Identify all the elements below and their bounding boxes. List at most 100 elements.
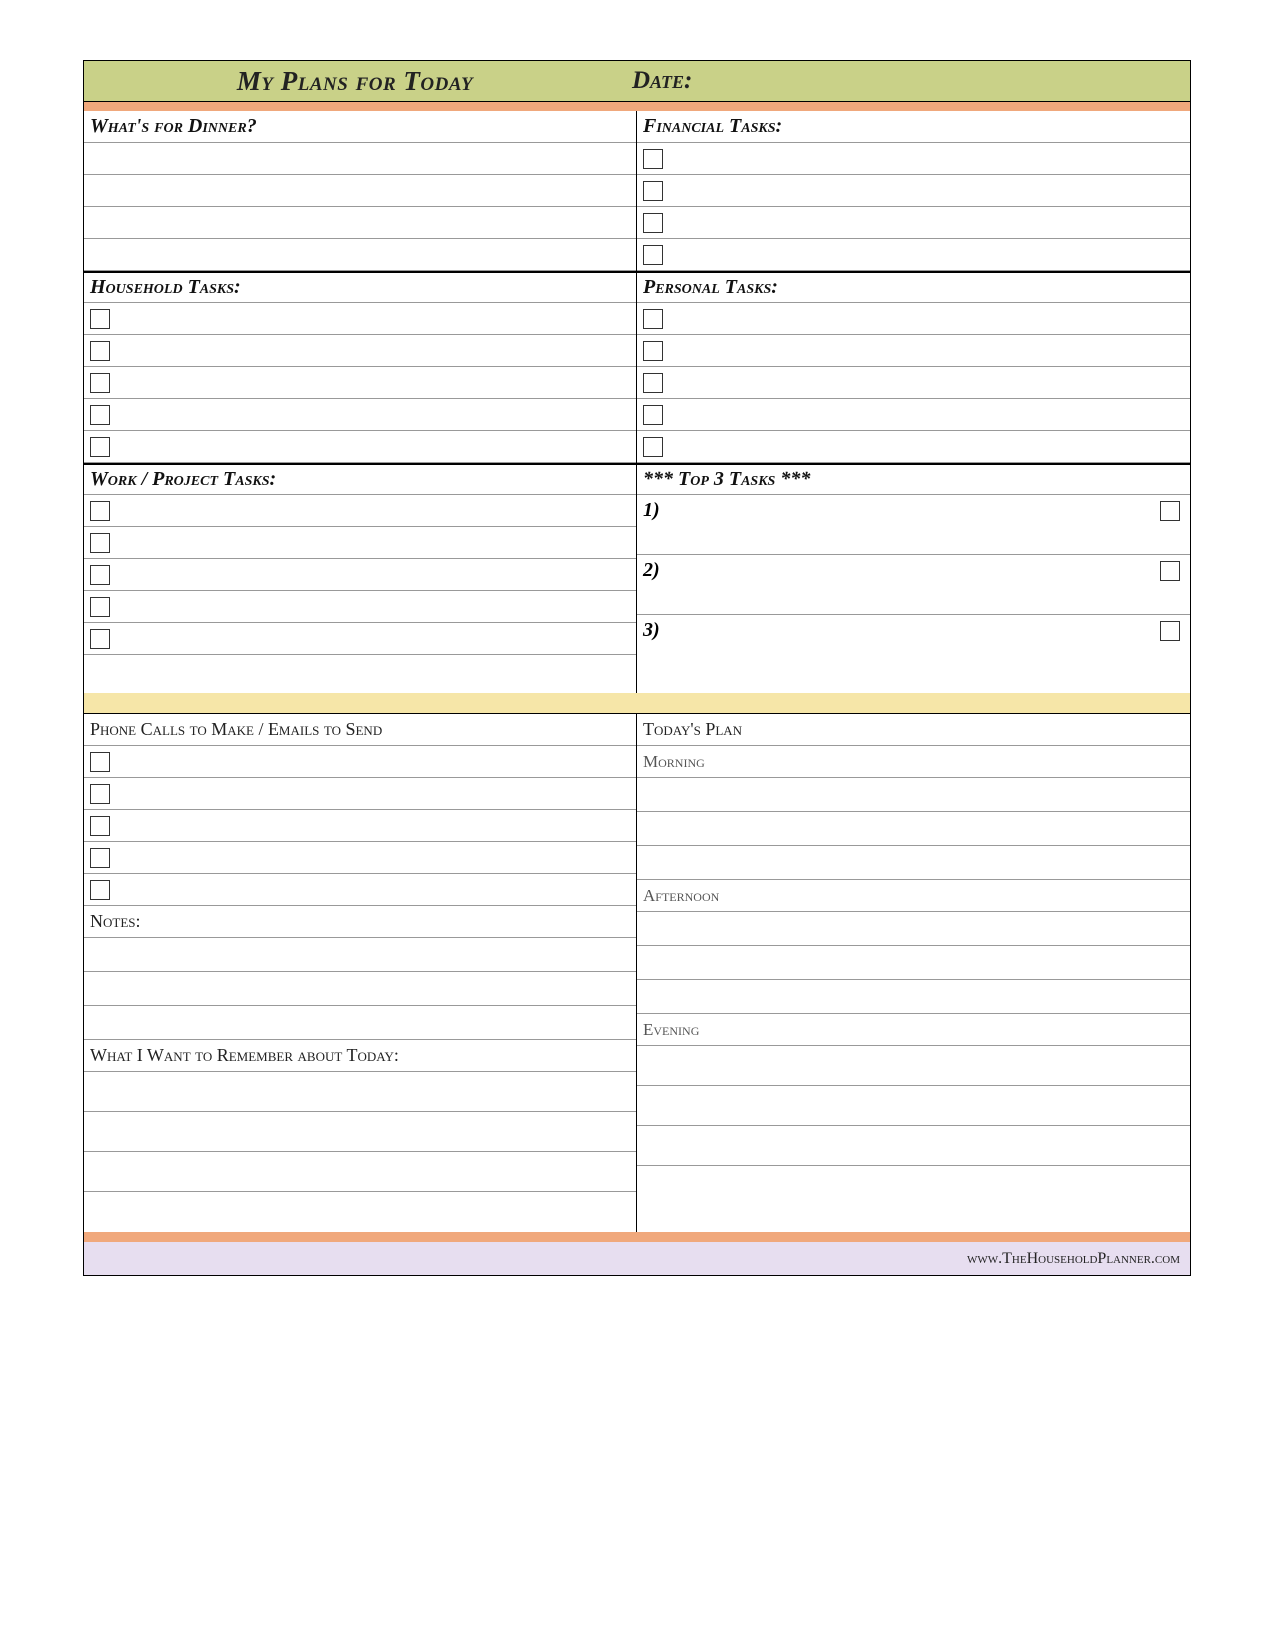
checkbox-icon[interactable] xyxy=(90,309,110,329)
footer-url: www.TheHouseholdPlanner.com xyxy=(967,1250,1180,1268)
notes-line[interactable] xyxy=(84,938,636,972)
top3-row-2[interactable]: 2) xyxy=(637,555,1190,615)
date-label: Date: xyxy=(626,67,692,95)
dinner-line[interactable] xyxy=(84,143,636,175)
checkbox-icon[interactable] xyxy=(643,437,663,457)
top3-row-3[interactable]: 3) xyxy=(637,615,1190,665)
plan-line[interactable] xyxy=(637,1086,1190,1126)
financial-task-row[interactable] xyxy=(637,239,1190,271)
phone-row[interactable] xyxy=(84,746,636,778)
top3-number: 2) xyxy=(643,555,660,582)
checkbox-icon[interactable] xyxy=(90,752,110,772)
household-task-row[interactable] xyxy=(84,399,636,431)
checkbox-icon[interactable] xyxy=(90,880,110,900)
phone-label: Phone Calls to Make / Emails to Send xyxy=(84,714,636,746)
work-task-row[interactable] xyxy=(84,591,636,623)
remember-line[interactable] xyxy=(84,1192,636,1232)
plan-line[interactable] xyxy=(637,1046,1190,1086)
plan-line[interactable] xyxy=(637,912,1190,946)
checkbox-icon[interactable] xyxy=(90,405,110,425)
plan-line[interactable] xyxy=(637,980,1190,1014)
page-title: My Plans for Today xyxy=(84,66,626,97)
spacer xyxy=(637,665,1190,693)
dinner-line[interactable] xyxy=(84,239,636,271)
checkbox-icon[interactable] xyxy=(90,341,110,361)
checkbox-icon[interactable] xyxy=(90,848,110,868)
plan-line[interactable] xyxy=(637,1126,1190,1166)
checkbox-icon[interactable] xyxy=(643,341,663,361)
checkbox-icon[interactable] xyxy=(643,213,663,233)
footer-band: www.TheHouseholdPlanner.com xyxy=(83,1242,1191,1276)
phone-row[interactable] xyxy=(84,778,636,810)
plan-line[interactable] xyxy=(637,812,1190,846)
lower-left-col: Phone Calls to Make / Emails to Send Not… xyxy=(84,714,637,1232)
checkbox-icon[interactable] xyxy=(90,565,110,585)
work-task-row[interactable] xyxy=(84,559,636,591)
checkbox-icon[interactable] xyxy=(643,181,663,201)
plan-line[interactable] xyxy=(637,946,1190,980)
checkbox-icon[interactable] xyxy=(90,784,110,804)
household-task-row[interactable] xyxy=(84,367,636,399)
checkbox-icon[interactable] xyxy=(643,149,663,169)
top3-number: 3) xyxy=(643,615,660,642)
checkbox-icon[interactable] xyxy=(90,373,110,393)
checkbox-icon[interactable] xyxy=(90,437,110,457)
household-label: Household Tasks: xyxy=(84,271,636,303)
top3-label: *** Top 3 Tasks *** xyxy=(637,463,1190,495)
household-task-row[interactable] xyxy=(84,335,636,367)
checkbox-icon[interactable] xyxy=(643,309,663,329)
work-task-row[interactable] xyxy=(84,495,636,527)
checkbox-icon[interactable] xyxy=(1160,561,1180,581)
personal-task-row[interactable] xyxy=(637,367,1190,399)
plan-line[interactable] xyxy=(637,778,1190,812)
personal-task-row[interactable] xyxy=(637,335,1190,367)
notes-line[interactable] xyxy=(84,972,636,1006)
personal-label: Personal Tasks: xyxy=(637,271,1190,303)
remember-line[interactable] xyxy=(84,1072,636,1112)
plan-label: Today's Plan xyxy=(637,714,1190,746)
household-task-row[interactable] xyxy=(84,303,636,335)
plan-line[interactable] xyxy=(637,1166,1190,1206)
checkbox-icon[interactable] xyxy=(643,405,663,425)
dinner-line[interactable] xyxy=(84,207,636,239)
financial-label: Financial Tasks: xyxy=(637,111,1190,143)
evening-label: Evening xyxy=(637,1014,1190,1046)
phone-row[interactable] xyxy=(84,842,636,874)
checkbox-icon[interactable] xyxy=(90,629,110,649)
personal-task-row[interactable] xyxy=(637,303,1190,335)
dinner-line[interactable] xyxy=(84,175,636,207)
remember-line[interactable] xyxy=(84,1152,636,1192)
upper-right-col: Financial Tasks: Personal Tasks: *** Top… xyxy=(637,111,1190,693)
notes-line[interactable] xyxy=(84,1006,636,1040)
work-task-row[interactable] xyxy=(84,623,636,655)
accent-bar-top xyxy=(83,102,1191,111)
checkbox-icon[interactable] xyxy=(1160,621,1180,641)
checkbox-icon[interactable] xyxy=(90,597,110,617)
checkbox-icon[interactable] xyxy=(643,373,663,393)
checkbox-icon[interactable] xyxy=(90,816,110,836)
checkbox-icon[interactable] xyxy=(1160,501,1180,521)
financial-task-row[interactable] xyxy=(637,143,1190,175)
checkbox-icon[interactable] xyxy=(90,533,110,553)
lower-right-col: Today's Plan Morning Afternoon Evening xyxy=(637,714,1190,1232)
phone-row[interactable] xyxy=(84,874,636,906)
checkbox-icon[interactable] xyxy=(90,501,110,521)
work-task-row[interactable] xyxy=(84,527,636,559)
work-label: Work / Project Tasks: xyxy=(84,463,636,495)
top3-row-1[interactable]: 1) xyxy=(637,495,1190,555)
checkbox-icon[interactable] xyxy=(643,245,663,265)
personal-task-row[interactable] xyxy=(637,431,1190,463)
morning-label: Morning xyxy=(637,746,1190,778)
plan-line[interactable] xyxy=(637,846,1190,880)
upper-grid: What's for Dinner? Household Tasks: Work… xyxy=(83,111,1191,693)
household-task-row[interactable] xyxy=(84,431,636,463)
upper-left-col: What's for Dinner? Household Tasks: Work… xyxy=(84,111,637,693)
financial-task-row[interactable] xyxy=(637,207,1190,239)
remember-line[interactable] xyxy=(84,1112,636,1152)
phone-row[interactable] xyxy=(84,810,636,842)
financial-task-row[interactable] xyxy=(637,175,1190,207)
spacer xyxy=(84,655,636,693)
top3-number: 1) xyxy=(643,495,660,522)
header-band: My Plans for Today Date: xyxy=(83,60,1191,102)
personal-task-row[interactable] xyxy=(637,399,1190,431)
